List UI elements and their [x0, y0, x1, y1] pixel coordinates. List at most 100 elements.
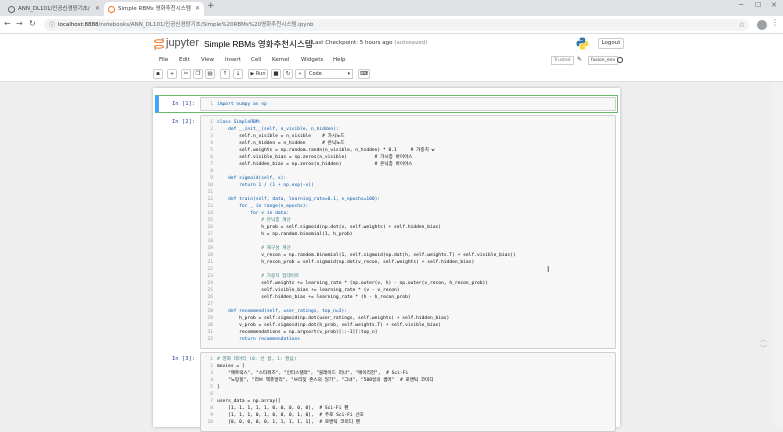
maximize-icon[interactable]: ☐	[755, 1, 761, 9]
run-button[interactable]: ▶ Run	[248, 69, 268, 79]
back-icon[interactable]: ←	[4, 19, 11, 28]
url-path: /notebooks/ANN_DL101/인공신경망기초/Simple%20RB…	[98, 22, 314, 28]
code-text: return 1 / (1 + np.exp(-x))	[217, 183, 314, 188]
more-menu-icon[interactable]: ⋮	[771, 18, 779, 27]
new-tab-icon[interactable]: +	[207, 1, 215, 11]
browser-tab-directory[interactable]: ANN_DL101/인공신경망기초/ ✕	[4, 2, 104, 16]
menu-kernel[interactable]: Kernel	[272, 57, 289, 63]
minimize-icon[interactable]: ─	[739, 1, 743, 9]
cell-input-3[interactable]: 1 # 영화 데이터 (0: 안 봄, 1: 봤음) 2 movies = [3 "매…	[200, 352, 616, 432]
jupyter-logo-text[interactable]: jupyter	[166, 37, 199, 49]
code-text: def sigmoid(self, x):	[217, 176, 287, 181]
code-text: v_prob = self.sigmoid(np.dot(h_prob, sel…	[217, 323, 442, 328]
restart-icon[interactable]: ↻	[283, 69, 293, 79]
line-number: 12	[207, 197, 213, 202]
save-icon[interactable]: ▪	[153, 69, 163, 79]
code-text: # 영화 데이터 (0: 안 봄, 1: 봤음)	[217, 357, 297, 362]
trusted-badge[interactable]: Trusted	[551, 56, 574, 65]
line-number: 26	[207, 295, 213, 300]
code-line: 17 h = np.random.binomial(1, h_prob)	[201, 231, 352, 238]
jupyter-logo-icon[interactable]	[154, 38, 164, 50]
menu-view[interactable]: View	[201, 57, 214, 63]
browser-tab-notebook[interactable]: Simple RBMs 영화추천시스템 ✕	[104, 2, 204, 16]
code-line: 8	[201, 168, 217, 175]
code-text: self.n_visible = n_visible # 가시노드	[217, 134, 345, 139]
kernel-name[interactable]: fusion_env	[588, 56, 619, 65]
scroll-up-icon[interactable]: ︿	[760, 334, 767, 344]
code-text: "노팅힐", "러브 액츄얼리", "브리짓 존스의 일기", "그녀", "5…	[217, 378, 434, 383]
notebook-title[interactable]: Simple RBMs 영화추천시스템	[204, 38, 313, 50]
info-icon[interactable]: ⓘ	[49, 20, 55, 29]
code-line: 15 # 은닉층 계산	[201, 217, 291, 224]
line-number: 14	[207, 211, 213, 216]
move-up-icon[interactable]: ↑	[220, 69, 230, 79]
code-text: for _ in range(n_epochs):	[217, 204, 309, 209]
logout-button[interactable]: Logout	[598, 38, 624, 49]
window-close-icon[interactable]: ✕	[771, 1, 777, 9]
code-line: 12 def train(self, data, learning_rate=0…	[201, 196, 380, 203]
menu-help[interactable]: Help	[333, 57, 346, 63]
line-number: 32	[207, 337, 213, 342]
page-scrollbar[interactable]	[772, 82, 783, 427]
move-down-icon[interactable]: ↓	[233, 69, 243, 79]
code-line: 30 v_prob = self.sigmoid(np.dot(h_prob, …	[201, 322, 441, 329]
line-number: 24	[207, 281, 213, 286]
code-line: 8 [1, 1, 1, 1, 1, 0, 0, 0, 0, 0], # Sci-…	[201, 405, 348, 412]
code-text: self.n_hidden = n_hidden # 은닉노드	[217, 141, 345, 146]
menu-cell[interactable]: Cell	[251, 57, 261, 63]
code-line: 27	[201, 301, 217, 308]
code-line: 11	[201, 189, 217, 196]
cell-input-1[interactable]: 1 import numpy as np	[200, 97, 616, 111]
code-line: 5 self.weights = np.random.randn(n_visib…	[201, 147, 434, 154]
command-palette-icon[interactable]: ⌨	[358, 69, 370, 79]
browser-tab-strip: ANN_DL101/인공신경망기초/ ✕ Simple RBMs 영화추천시스템…	[0, 0, 783, 16]
code-text: # 은닉층 계산	[217, 218, 291, 223]
code-line: 3 self.n_visible = n_visible # 가시노드	[201, 133, 345, 140]
code-text: self.hidden_bias += learning_rate * (h -…	[217, 295, 411, 300]
line-number: 8	[210, 169, 213, 174]
cell-type-select[interactable]: Code ▾	[305, 69, 353, 79]
url-input[interactable]: ⓘ localhost:8888/notebooks/ANN_DL101/인공신…	[44, 19, 749, 31]
code-line: 5]	[201, 384, 220, 391]
code-line: 32 return recommendations	[201, 336, 300, 343]
menu-file[interactable]: File	[159, 57, 168, 63]
interrupt-icon[interactable]: ■	[271, 69, 281, 79]
menu-insert[interactable]: Insert	[225, 57, 241, 63]
line-number: 20	[207, 253, 213, 258]
checkpoint-status: Last Checkpoint: 5 hours ago (autosaved)	[312, 40, 427, 46]
menu-widgets[interactable]: Widgets	[301, 57, 323, 63]
close-icon[interactable]: ✕	[195, 2, 200, 16]
line-number: 5	[210, 148, 213, 153]
menu-edit[interactable]: Edit	[179, 57, 190, 63]
profile-avatar-icon[interactable]	[757, 20, 767, 30]
code-text: def train(self, data, learning_rate=0.1,…	[217, 197, 381, 202]
paste-icon[interactable]: ▤	[205, 69, 215, 79]
line-number: 9	[210, 413, 213, 418]
code-text: import numpy as np	[217, 102, 267, 107]
chevron-down-icon: ▾	[347, 71, 350, 77]
forward-icon[interactable]: →	[16, 19, 23, 28]
code-text: self.visible_bias += learning_rate * (v …	[217, 288, 400, 293]
restart-run-all-icon[interactable]: »	[295, 69, 305, 79]
cell-prompt: In [3]:	[172, 356, 196, 362]
code-text: class SimpleRBM:	[217, 120, 262, 125]
reload-icon[interactable]: ↻	[29, 19, 36, 28]
line-number: 10	[207, 420, 213, 425]
line-number: 17	[207, 232, 213, 237]
bookmark-star-icon[interactable]: ☆	[739, 19, 745, 31]
browser-tab-label: ANN_DL101/인공신경망기초/	[18, 6, 90, 12]
browser-tab-label: Simple RBMs 영화추천시스템	[118, 6, 191, 12]
insert-cell-icon[interactable]: +	[167, 69, 177, 79]
line-number: 1	[210, 120, 213, 125]
close-icon[interactable]: ✕	[95, 2, 100, 16]
code-line: 16 h_prob = self.sigmoid(np.dot(v, self.…	[201, 224, 441, 231]
code-line: 31 recommendations = np.argsort(v_prob)[…	[201, 329, 377, 336]
autosave-text: (autosaved)	[394, 40, 428, 46]
cut-icon[interactable]: ✂	[181, 69, 191, 79]
cell-input-2[interactable]: 1 class SimpleRBM: 2 def __init__(self, n_…	[200, 115, 616, 349]
address-bar: ← → ↻ ⓘ localhost:8888/notebooks/ANN_DL1…	[0, 16, 783, 34]
scroll-down-icon[interactable]: ﹀	[760, 344, 767, 354]
pencil-icon[interactable]: ✎	[577, 56, 582, 63]
copy-icon[interactable]: ❐	[193, 69, 203, 79]
code-line: 2 def __init__(self, n_visible, n_hidden…	[201, 126, 338, 133]
